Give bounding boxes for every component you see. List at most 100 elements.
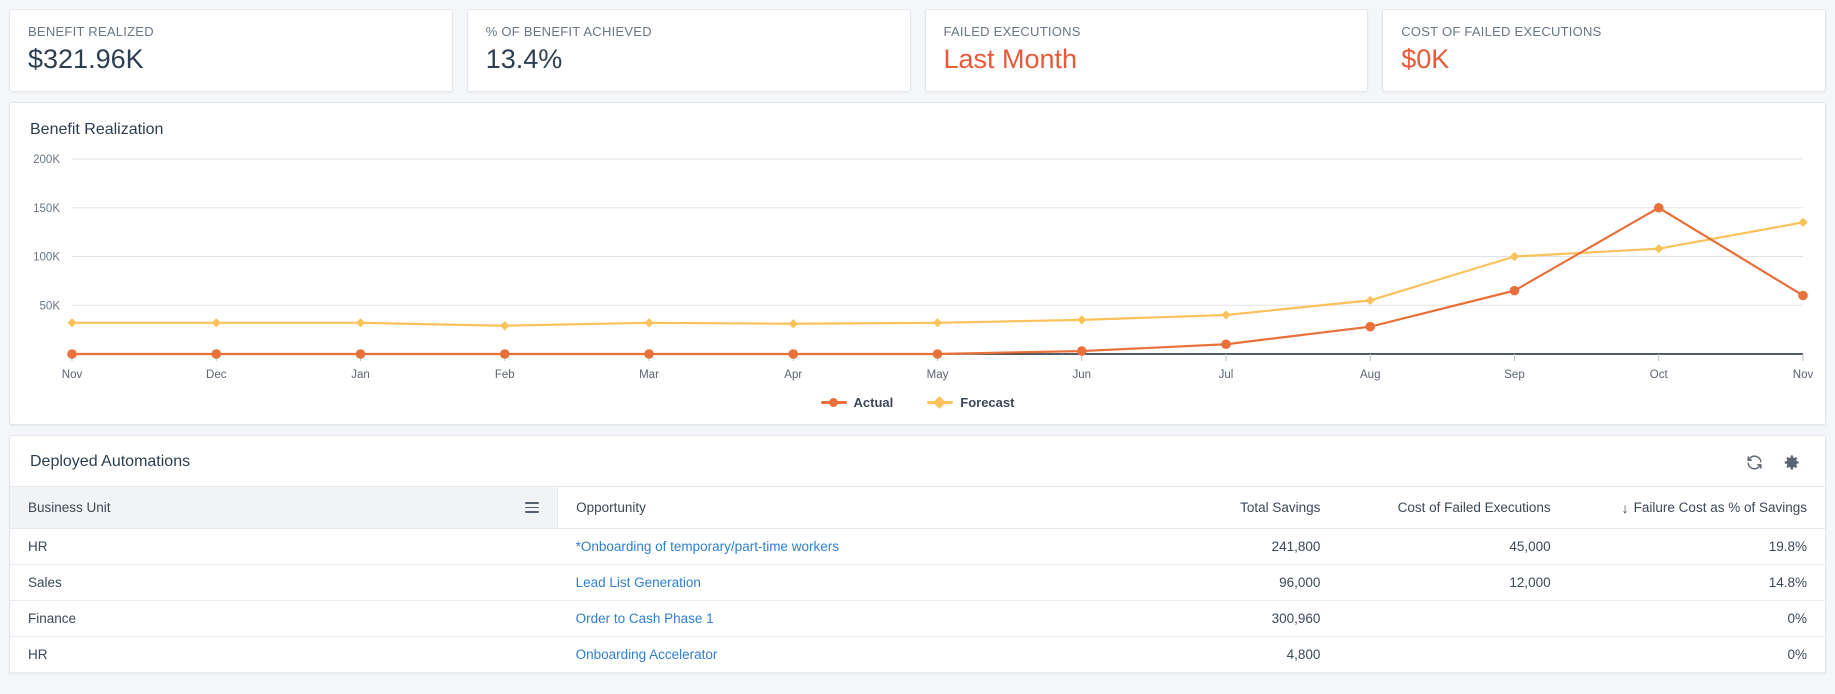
cell-cost_of_failed_executions: [1338, 636, 1569, 673]
cell-opportunity[interactable]: Lead List Generation: [557, 564, 1119, 601]
table-body: HR *Onboarding of temporary/part-time wor…: [10, 528, 1825, 673]
table-row[interactable]: HR Onboarding Accelerator 4,800 0%: [10, 636, 1825, 673]
data-point-actual[interactable]: [644, 349, 654, 359]
kpi-label: FAILED EXECUTIONS: [943, 24, 1081, 39]
data-point-forecast[interactable]: [67, 318, 77, 328]
cell-failure_cost_pct: 0%: [1568, 636, 1825, 673]
column-header-opportunity[interactable]: Opportunity: [557, 486, 1119, 529]
chart-area[interactable]: 50K 100K 150K 200K Nov Dec Jan Feb Mar Apr May Jun J…: [10, 145, 1825, 400]
table-row[interactable]: HR *Onboarding of temporary/part-time wor…: [10, 528, 1825, 565]
cell-failure_cost_pct: 19.8%: [1568, 528, 1825, 565]
data-point-actual[interactable]: [1653, 202, 1664, 213]
column-header-label: Failure Cost as % of Savings: [1633, 500, 1807, 515]
data-point-actual[interactable]: [788, 349, 799, 359]
cell-total_savings: 4,800: [1118, 636, 1339, 673]
data-point-actual[interactable]: [211, 349, 222, 359]
kpi-label: COST OF FAILED EXECUTIONS: [1401, 24, 1602, 39]
x-axis-tick-label: Dec: [206, 369, 227, 381]
data-point-forecast[interactable]: [788, 319, 798, 329]
cell-business_unit: Sales: [10, 564, 558, 601]
data-point-forecast[interactable]: [500, 321, 510, 331]
cell-opportunity[interactable]: Order to Cash Phase 1: [557, 600, 1119, 637]
cell-opportunity[interactable]: *Onboarding of temporary/part-time worke…: [557, 528, 1119, 565]
table-row[interactable]: Sales Lead List Generation 96,000 12,000 14.…: [10, 564, 1825, 601]
data-point-forecast[interactable]: [1365, 295, 1375, 305]
dashboard-page: BENEFIT REALIZED $321.96K % OF BENEFIT A…: [0, 0, 1835, 694]
line-chart[interactable]: 50K 100K 150K 200K Nov Dec Jan Feb Mar Apr May Jun J…: [10, 145, 1825, 400]
x-axis-tick-label: Jul: [1219, 369, 1234, 381]
data-point-actual[interactable]: [1798, 290, 1808, 301]
data-point-actual[interactable]: [67, 349, 77, 359]
cell-failure_cost_pct: 14.8%: [1568, 564, 1825, 601]
table-title: Deployed Automations: [30, 453, 191, 470]
opportunity-link[interactable]: Lead List Generation: [576, 575, 701, 590]
kpi-label: BENEFIT REALIZED: [28, 24, 154, 39]
data-point-actual[interactable]: [1221, 339, 1231, 350]
deployed-automations-panel: Deployed Automations Business Unit Oppor…: [9, 435, 1826, 673]
data-point-actual[interactable]: [1509, 285, 1520, 296]
opportunity-link[interactable]: Order to Cash Phase 1: [576, 611, 714, 626]
column-header-label: Cost of Failed Executions: [1397, 500, 1551, 515]
cell-total_savings: 96,000: [1118, 564, 1339, 601]
y-axis-tick-label: 50K: [40, 300, 61, 312]
data-point-actual[interactable]: [1076, 346, 1087, 356]
cell-failure_cost_pct: 0%: [1568, 600, 1825, 637]
data-point-forecast[interactable]: [355, 318, 366, 328]
cell-business_unit: HR: [10, 528, 558, 565]
hamburger-icon[interactable]: [525, 499, 540, 516]
data-point-forecast[interactable]: [1654, 244, 1664, 254]
opportunity-link[interactable]: Onboarding Accelerator: [576, 647, 718, 662]
data-point-forecast[interactable]: [932, 318, 943, 328]
y-axis-tick-label: 150K: [33, 203, 60, 215]
cell-business_unit: Finance: [10, 600, 558, 637]
opportunity-link[interactable]: *Onboarding of temporary/part-time worke…: [576, 539, 839, 554]
x-axis-tick-label: May: [927, 369, 949, 381]
data-point-forecast[interactable]: [1798, 217, 1808, 227]
data-point-actual[interactable]: [1365, 321, 1376, 332]
x-axis-tick-label: Mar: [639, 369, 659, 381]
cell-business_unit: HR: [10, 636, 558, 673]
gear-icon[interactable]: [1782, 453, 1801, 472]
refresh-icon[interactable]: [1745, 453, 1764, 472]
column-header-failure-cost-pct[interactable]: ↓ Failure Cost as % of Savings: [1568, 486, 1825, 529]
kpi-value: Last Month: [943, 44, 1078, 74]
y-axis-tick-label: 100K: [33, 252, 60, 264]
data-point-forecast[interactable]: [1221, 310, 1231, 320]
kpi-label: % OF BENEFIT ACHIEVED: [485, 24, 652, 39]
benefit-realization-panel: Benefit Realization 50K 100K 150K 200K Nov De…: [9, 102, 1826, 425]
column-header-label: Business Unit: [28, 500, 111, 515]
x-axis-tick-label: Apr: [784, 369, 802, 381]
data-point-actual[interactable]: [355, 349, 366, 359]
column-header-business-unit[interactable]: Business Unit: [10, 486, 559, 529]
column-header-total-savings[interactable]: Total Savings: [1118, 486, 1339, 529]
kpi-card-benefit-realized[interactable]: BENEFIT REALIZED $321.96K: [9, 9, 453, 92]
column-header-cost-of-failed-executions[interactable]: Cost of Failed Executions: [1338, 486, 1569, 529]
data-point-forecast[interactable]: [1077, 315, 1087, 325]
data-point-forecast[interactable]: [644, 318, 654, 328]
x-axis-tick-label: Oct: [1650, 369, 1669, 381]
legend-marker-diamond-icon: [927, 396, 954, 409]
data-point-forecast[interactable]: [211, 318, 221, 328]
column-header-label: Total Savings: [1240, 500, 1321, 515]
sort-descending-icon: ↓: [1621, 499, 1629, 516]
y-axis-tick-label: 200K: [33, 154, 60, 166]
x-axis-tick-label: Aug: [1360, 369, 1380, 381]
table-header-actions: [1745, 453, 1805, 472]
kpi-card-failed-executions[interactable]: FAILED EXECUTIONS Last Month: [924, 9, 1369, 92]
data-point-actual[interactable]: [932, 349, 943, 359]
kpi-value: $0K: [1401, 44, 1450, 74]
table-row[interactable]: Finance Order to Cash Phase 1 300,960 0%: [10, 600, 1825, 637]
cell-cost_of_failed_executions: [1338, 600, 1569, 637]
kpi-card-percent-benefit-achieved[interactable]: % OF BENEFIT ACHIEVED 13.4%: [466, 9, 911, 92]
table-header-bar: Deployed Automations: [10, 436, 1825, 486]
cell-opportunity[interactable]: Onboarding Accelerator: [557, 636, 1119, 673]
cell-cost_of_failed_executions: 12,000: [1338, 564, 1569, 601]
data-point-actual[interactable]: [499, 349, 510, 359]
x-axis-tick-label: Jun: [1072, 369, 1091, 381]
kpi-card-cost-of-failed-executions[interactable]: COST OF FAILED EXECUTIONS $0K: [1382, 9, 1826, 92]
data-point-forecast[interactable]: [1509, 251, 1520, 262]
deployed-automations-table: Business Unit Opportunity Total Savings: [10, 486, 1825, 673]
column-header-label: Opportunity: [576, 500, 646, 515]
kpi-value: 13.4%: [485, 44, 563, 74]
table-header-row: Business Unit Opportunity Total Savings: [10, 486, 1825, 529]
